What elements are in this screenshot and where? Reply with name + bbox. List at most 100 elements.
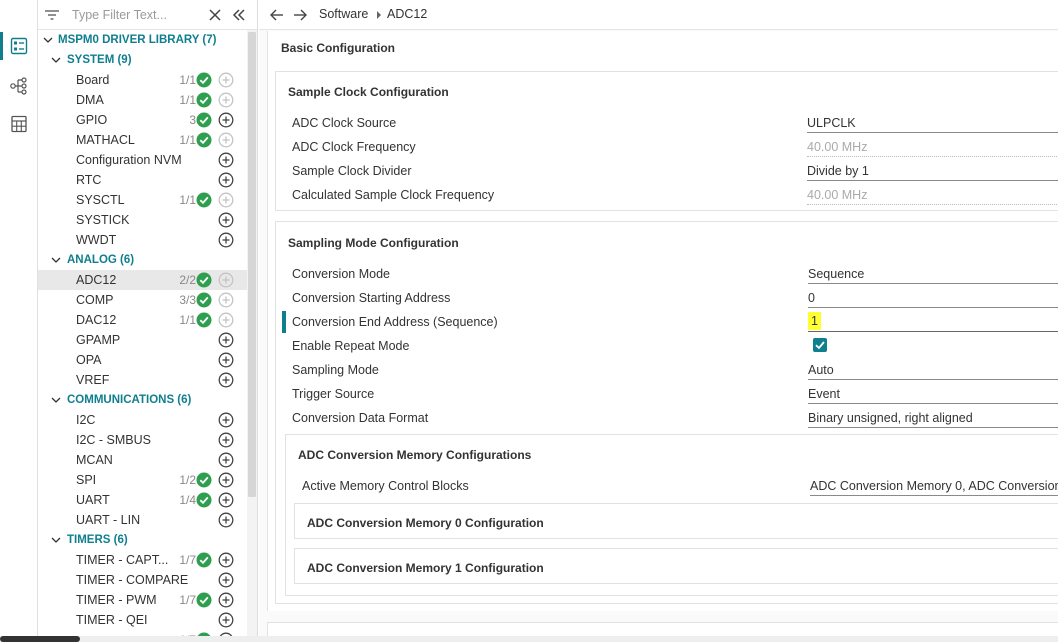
calculator-view-button[interactable] [0, 106, 38, 142]
tree-item[interactable]: MATHACL 1/1 [38, 130, 248, 150]
tree-item[interactable]: TIMER - QEI [38, 610, 248, 630]
add-circle-icon[interactable] [218, 412, 234, 428]
configuration-view-button[interactable] [0, 28, 38, 64]
tree-item[interactable]: ADC12 2/2 [38, 270, 248, 290]
memory0-config-title[interactable]: ADC Conversion Memory 0 Configuration [307, 516, 544, 530]
add-circle-icon[interactable] [218, 352, 234, 368]
repeat-mode-checkbox[interactable] [813, 338, 827, 352]
tree-item[interactable]: RTC [38, 170, 248, 190]
tree-item[interactable]: Configuration NVM [38, 150, 248, 170]
tree-item[interactable]: I2C - SMBUS [38, 430, 248, 450]
chevron-down-icon[interactable] [42, 34, 54, 46]
tree-item-label: Board [76, 73, 110, 87]
sampling-mode-select[interactable]: Auto [808, 362, 1058, 380]
chevron-down-icon[interactable] [50, 254, 62, 266]
adc-clock-source-select[interactable]: ULPCLK [807, 115, 1058, 133]
tree-item[interactable]: TIMER - COMPARE [38, 570, 248, 590]
add-circle-icon[interactable] [218, 552, 234, 568]
chevron-down-icon[interactable] [50, 54, 62, 66]
memory1-config-card[interactable]: ADC Conversion Memory 1 Configuration [294, 548, 1058, 584]
check-circle-icon [196, 292, 212, 308]
arrow-right-icon[interactable] [292, 7, 308, 23]
sampling-mode-title[interactable]: Sampling Mode Configuration [288, 236, 459, 250]
tree-item-label: OPA [76, 353, 102, 367]
check-circle-icon [196, 312, 212, 328]
tree-item[interactable]: I2C [38, 410, 248, 430]
tree-item-label: DMA [76, 93, 104, 107]
tree-item-label: COMP [76, 293, 114, 307]
sample-clock-title[interactable]: Sample Clock Configuration [288, 85, 449, 99]
tree-item[interactable]: UART - LIN [38, 510, 248, 530]
memory1-config-title[interactable]: ADC Conversion Memory 1 Configuration [307, 561, 544, 575]
tree-item[interactable]: DAC12 1/1 [38, 310, 248, 330]
tree-item[interactable]: COMP 3/3 [38, 290, 248, 310]
add-circle-icon[interactable] [218, 452, 234, 468]
tree-item[interactable]: WWDT [38, 230, 248, 250]
check-circle-icon [196, 552, 212, 568]
checkmark-icon [815, 341, 825, 350]
tree-item[interactable]: VREF [38, 370, 248, 390]
add-circle-icon[interactable] [218, 612, 234, 628]
tree-item-label: RTC [76, 173, 102, 187]
filter-input[interactable] [72, 6, 200, 24]
tree-item[interactable]: DMA 1/1 [38, 90, 248, 110]
end-address-input[interactable]: 1 [808, 312, 1058, 332]
check-circle-icon [196, 492, 212, 508]
tree-group[interactable]: MSPM0 DRIVER LIBRARY (7) [38, 30, 248, 50]
add-circle-icon[interactable] [218, 372, 234, 388]
arrow-left-icon[interactable] [269, 7, 285, 23]
tree-item-count: 1/2 [179, 473, 196, 487]
breadcrumb-software[interactable]: Software [319, 7, 368, 21]
tree-item[interactable]: Board 1/1 [38, 70, 248, 90]
sample-clock-divider-label: Sample Clock Divider [292, 164, 412, 178]
memory-config-title[interactable]: ADC Conversion Memory Configurations [298, 448, 531, 462]
double-chevron-left-icon[interactable] [230, 6, 248, 24]
data-format-select[interactable]: Binary unsigned, right aligned [808, 410, 1058, 428]
tree-item-label: ADC12 [76, 273, 117, 287]
tree-item[interactable]: SPI 1/2 [38, 470, 248, 490]
adc-clock-frequency-value: 40.00 MHz [807, 139, 1058, 157]
conversion-mode-select[interactable]: Sequence [808, 266, 1058, 284]
tree-item[interactable]: TIMER - PWM 1/7 [38, 590, 248, 610]
add-circle-icon[interactable] [218, 212, 234, 228]
add-circle-icon[interactable] [218, 472, 234, 488]
tree-item[interactable]: GPIO 3 [38, 110, 248, 130]
add-circle-icon[interactable] [218, 172, 234, 188]
chevron-down-icon[interactable] [50, 394, 62, 406]
horizontal-scrollbar[interactable] [0, 636, 1058, 642]
start-address-input[interactable]: 0 [808, 290, 1058, 308]
trigger-source-select[interactable]: Event [808, 386, 1058, 404]
filter-icon [45, 10, 59, 20]
add-circle-icon[interactable] [218, 492, 234, 508]
sampling-mode-label: Sampling Mode [292, 363, 379, 377]
add-circle-icon[interactable] [218, 592, 234, 608]
tree-item[interactable]: GPAMP [38, 330, 248, 350]
add-circle-icon[interactable] [218, 232, 234, 248]
add-circle-icon[interactable] [218, 152, 234, 168]
tree-group[interactable]: SYSTEM (9) [38, 50, 248, 70]
tree-item[interactable]: OPA [38, 350, 248, 370]
add-circle-icon[interactable] [218, 112, 234, 128]
tree-item[interactable]: SYSCTL 1/1 [38, 190, 248, 210]
add-circle-icon[interactable] [218, 572, 234, 588]
horizontal-scrollbar-thumb[interactable] [0, 636, 80, 642]
tree-item[interactable]: MCAN [38, 450, 248, 470]
add-circle-icon[interactable] [218, 432, 234, 448]
tree-item[interactable]: UART 1/4 [38, 490, 248, 510]
pin-view-button[interactable] [0, 68, 38, 104]
sample-clock-divider-select[interactable]: Divide by 1 [807, 163, 1058, 181]
memory0-config-card[interactable]: ADC Conversion Memory 0 Configuration [294, 503, 1058, 539]
tree-item[interactable]: TIMER - CAPT... 1/7 [38, 550, 248, 570]
tree-item[interactable]: SYSTICK [38, 210, 248, 230]
tree-group-label: TIMERS (6) [67, 534, 128, 546]
tree-group[interactable]: ANALOG (6) [38, 250, 248, 270]
add-circle-icon[interactable] [218, 512, 234, 528]
close-icon[interactable] [206, 6, 224, 24]
tree-group[interactable]: TIMERS (6) [38, 530, 248, 550]
sidebar-scrollbar-thumb[interactable] [248, 32, 256, 497]
tree-group[interactable]: COMMUNICATIONS (6) [38, 390, 248, 410]
tree-item-label: WWDT [76, 233, 117, 247]
add-circle-icon[interactable] [218, 332, 234, 348]
active-memory-select[interactable]: ADC Conversion Memory 0, ADC Conversion … [810, 478, 1058, 496]
chevron-down-icon[interactable] [50, 534, 62, 546]
